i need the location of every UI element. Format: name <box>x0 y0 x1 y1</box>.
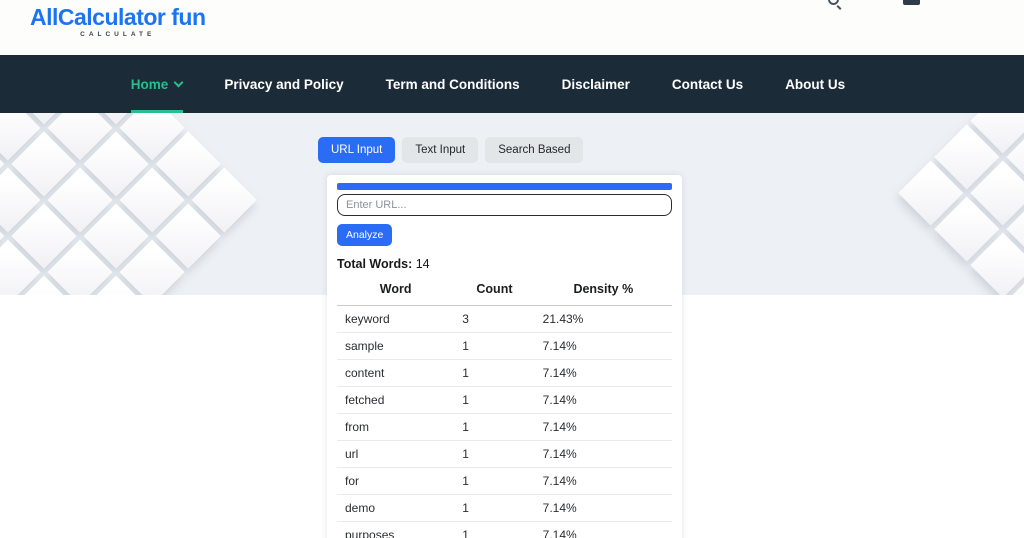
decorative-tiles-right <box>898 113 1024 295</box>
logo-subtitle: CALCULATE <box>80 31 156 38</box>
cell-count: 1 <box>454 521 535 538</box>
page: AllCalculator fun CALCULATE Home Privacy … <box>0 0 1024 538</box>
chevron-down-icon <box>173 77 184 87</box>
menu-icon[interactable] <box>903 0 920 5</box>
cell-density: 7.14% <box>534 440 672 468</box>
table-row: for 1 7.14% <box>337 467 672 495</box>
nav-item-label: Disclaimer <box>561 76 630 92</box>
nav-item-about-us[interactable]: About Us <box>764 55 866 113</box>
word-density-table: Word Count Density % keyword 3 21.43% sampl… <box>337 277 672 538</box>
nav-item-home[interactable]: Home <box>110 55 204 113</box>
site-logo[interactable]: AllCalculator fun CALCULATE <box>30 4 206 38</box>
header-count: Count <box>454 277 535 306</box>
cell-word: sample <box>337 332 455 360</box>
cell-count: 1 <box>454 386 535 414</box>
cell-count: 1 <box>454 467 535 495</box>
decorative-tiles-left <box>0 113 257 295</box>
cell-word: purposes <box>337 521 455 538</box>
nav-item-label: About Us <box>785 76 846 92</box>
cell-density: 7.14% <box>534 467 672 495</box>
table-row: from 1 7.14% <box>337 413 672 441</box>
main-nav: Home Privacy and Policy Term and Condition… <box>0 55 1024 113</box>
nav-item-label: Home <box>130 76 169 92</box>
table-row: content 1 7.14% <box>337 359 672 387</box>
tab-url-input[interactable]: URL Input <box>318 137 396 163</box>
nav-item-contact-us[interactable]: Contact Us <box>651 55 764 113</box>
total-words: Total Words: 14 <box>337 257 672 271</box>
table-row: url 1 7.14% <box>337 440 672 468</box>
table-row: fetched 1 7.14% <box>337 386 672 414</box>
nav-item-label: Term and Conditions <box>385 76 520 92</box>
nav-item-label: Contact Us <box>671 76 744 92</box>
cell-word: from <box>337 413 455 441</box>
nav-item-privacy-and-policy[interactable]: Privacy and Policy <box>203 55 364 113</box>
cell-word: url <box>337 440 455 468</box>
tool-card: Analyze Total Words: 14 Word Count Densi… <box>327 175 682 538</box>
search-icon[interactable] <box>828 0 839 5</box>
table-header-row: Word Count Density % <box>337 277 672 306</box>
cell-count: 1 <box>454 359 535 387</box>
cell-word: keyword <box>337 305 455 333</box>
nav-item-term-and-conditions[interactable]: Term and Conditions <box>365 55 541 113</box>
cell-count: 1 <box>454 332 535 360</box>
cell-density: 21.43% <box>534 305 672 333</box>
total-words-label: Total Words: <box>337 257 413 271</box>
logo-title: AllCalculator fun <box>30 4 206 30</box>
cell-density: 7.14% <box>534 332 672 360</box>
header-word: Word <box>337 277 455 306</box>
cell-density: 7.14% <box>534 386 672 414</box>
table-row: keyword 3 21.43% <box>337 305 672 333</box>
cell-count: 1 <box>454 494 535 522</box>
total-words-value: 14 <box>415 257 430 271</box>
cell-density: 7.14% <box>534 413 672 441</box>
input-mode-tabs: URL Input Text Input Search Based <box>318 137 584 163</box>
table-row: sample 1 7.14% <box>337 332 672 360</box>
header-density: Density % <box>534 277 672 306</box>
cell-word: fetched <box>337 386 455 414</box>
tab-text-input[interactable]: Text Input <box>402 137 479 163</box>
table-row: demo 1 7.14% <box>337 494 672 522</box>
progress-bar <box>337 183 672 190</box>
nav-list: Home Privacy and Policy Term and Condition… <box>0 55 1024 113</box>
table-row: purposes 1 7.14% <box>337 521 672 538</box>
cell-density: 7.14% <box>534 521 672 538</box>
nav-item-disclaimer[interactable]: Disclaimer <box>541 55 651 113</box>
analyze-button[interactable]: Analyze <box>337 224 393 246</box>
cell-word: content <box>337 359 455 387</box>
cell-count: 3 <box>454 305 535 333</box>
url-input[interactable] <box>337 194 672 216</box>
cell-density: 7.14% <box>534 494 672 522</box>
cell-word: for <box>337 467 455 495</box>
nav-item-label: Privacy and Policy <box>224 76 344 92</box>
tab-search-based[interactable]: Search Based <box>485 137 584 163</box>
top-header: AllCalculator fun CALCULATE <box>0 0 1024 55</box>
cell-density: 7.14% <box>534 359 672 387</box>
cell-count: 1 <box>454 413 535 441</box>
cell-word: demo <box>337 494 455 522</box>
cell-count: 1 <box>454 440 535 468</box>
